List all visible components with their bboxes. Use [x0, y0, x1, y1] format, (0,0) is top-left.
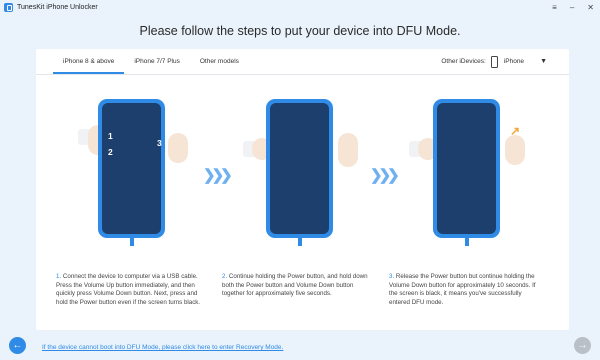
device-selector-value[interactable]: iPhone — [504, 58, 524, 65]
chevron-down-icon[interactable]: ▼ — [540, 58, 547, 65]
phone-screen — [270, 103, 329, 234]
phone-notch — [453, 99, 472, 103]
phone-illustration-step-2 — [266, 99, 333, 238]
model-tabs: iPhone 8 & above iPhone 7/7 Plus Other m… — [53, 49, 249, 74]
phone-icon — [490, 55, 498, 68]
release-arrow-icon: ↗ — [510, 124, 521, 138]
step-number: 3. — [389, 273, 395, 280]
phone-notch — [118, 99, 137, 103]
tabs-divider — [36, 74, 569, 75]
phone-screen — [102, 103, 161, 234]
usb-cable — [465, 238, 469, 246]
arrow-left-icon: ← — [12, 340, 23, 351]
usb-cable — [130, 238, 134, 246]
step-description: Continue holding the Power button, and h… — [222, 273, 368, 298]
device-selector-label: Other iDevices: — [441, 58, 486, 65]
chevrons-icon: ❯❯❯ — [370, 167, 400, 184]
volume-up-label: 1 — [108, 131, 113, 141]
app-logo-icon — [4, 2, 13, 12]
right-hand-illustration — [505, 135, 525, 165]
right-hand-illustration — [168, 133, 188, 163]
next-button[interactable]: → — [574, 337, 591, 354]
step-2-text: 2. Continue holding the Power button, an… — [222, 273, 372, 299]
tab-other-models[interactable]: Other models — [190, 49, 249, 74]
app-title: TunesKit iPhone Unlocker — [17, 3, 98, 11]
page-title: Please follow the steps to put your devi… — [139, 24, 461, 38]
chevrons-icon: ❯❯❯ — [203, 167, 233, 184]
power-button-label: 3 — [157, 138, 162, 148]
tab-iphone-8-above[interactable]: iPhone 8 & above — [53, 49, 125, 74]
step-description: Release the Power button but continue ho… — [389, 273, 536, 306]
device-selector[interactable]: Other iDevices: iPhone ▼ — [441, 53, 547, 70]
right-hand-illustration — [338, 133, 358, 167]
back-button[interactable]: ← — [9, 337, 26, 354]
step-number: 2. — [222, 273, 228, 280]
phone-illustration-step-1 — [98, 99, 165, 238]
title-bar: TunesKit iPhone Unlocker ≡ – ✕ — [0, 0, 600, 14]
window-controls: ≡ – ✕ — [552, 0, 594, 14]
usb-cable — [298, 238, 302, 246]
step-description: Connect the device to computer via a USB… — [56, 273, 201, 306]
phone-notch — [286, 99, 305, 103]
menu-icon[interactable]: ≡ — [552, 3, 557, 12]
step-1-text: 1. Connect the device to computer via a … — [56, 273, 206, 307]
step-number: 1. — [56, 273, 62, 280]
arrow-right-icon: → — [577, 340, 588, 351]
minimize-icon[interactable]: – — [570, 3, 574, 12]
volume-down-label: 2 — [108, 147, 113, 157]
recovery-mode-link[interactable]: If the device cannot boot into DFU Mode,… — [42, 344, 283, 351]
close-icon[interactable]: ✕ — [587, 3, 594, 12]
phone-illustration-step-3 — [433, 99, 500, 238]
phone-screen — [437, 103, 496, 234]
step-3-text: 3. Release the Power button but continue… — [389, 273, 539, 307]
tab-iphone-7[interactable]: iPhone 7/7 Plus — [124, 49, 190, 74]
